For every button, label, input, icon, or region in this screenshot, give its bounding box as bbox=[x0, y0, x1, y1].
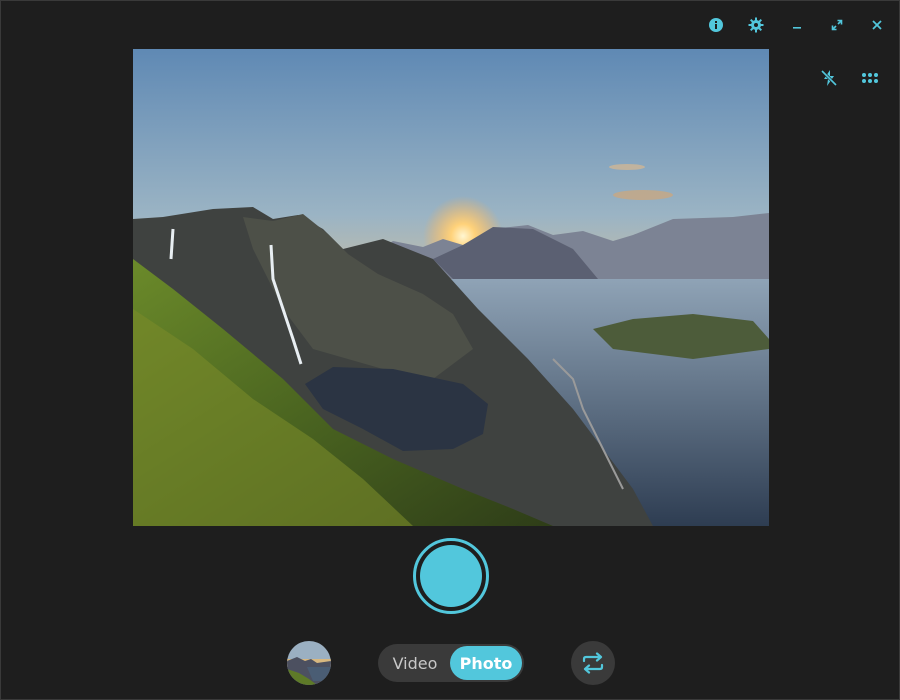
settings-button[interactable] bbox=[745, 14, 767, 36]
close-button[interactable] bbox=[866, 14, 888, 36]
info-icon bbox=[709, 18, 723, 32]
gallery-thumbnail[interactable] bbox=[287, 641, 331, 685]
switch-camera-icon bbox=[582, 652, 604, 674]
minimize-icon bbox=[793, 27, 801, 29]
camera-viewfinder[interactable] bbox=[133, 49, 769, 526]
minimize-button[interactable] bbox=[786, 14, 808, 36]
close-icon bbox=[872, 20, 882, 30]
shutter-button[interactable] bbox=[413, 538, 489, 614]
info-button[interactable] bbox=[705, 14, 727, 36]
switch-camera-button[interactable] bbox=[571, 641, 615, 685]
maximize-button[interactable] bbox=[826, 14, 848, 36]
maximize-icon bbox=[831, 19, 843, 31]
capture-mode-switch: Video Photo bbox=[378, 644, 524, 682]
gear-icon bbox=[748, 17, 764, 33]
mode-photo[interactable]: Photo bbox=[450, 646, 522, 680]
flash-off-icon bbox=[820, 69, 838, 87]
viewfinder-image bbox=[133, 49, 769, 526]
camera-window: Video Photo bbox=[0, 0, 900, 700]
title-bar bbox=[1, 1, 899, 47]
gallery-thumbnail-image bbox=[287, 641, 331, 685]
grid-icon bbox=[862, 73, 878, 83]
mode-video[interactable]: Video bbox=[380, 646, 450, 680]
grid-toggle-button[interactable] bbox=[856, 64, 884, 92]
flash-toggle-button[interactable] bbox=[815, 64, 843, 92]
shutter-inner bbox=[420, 545, 482, 607]
